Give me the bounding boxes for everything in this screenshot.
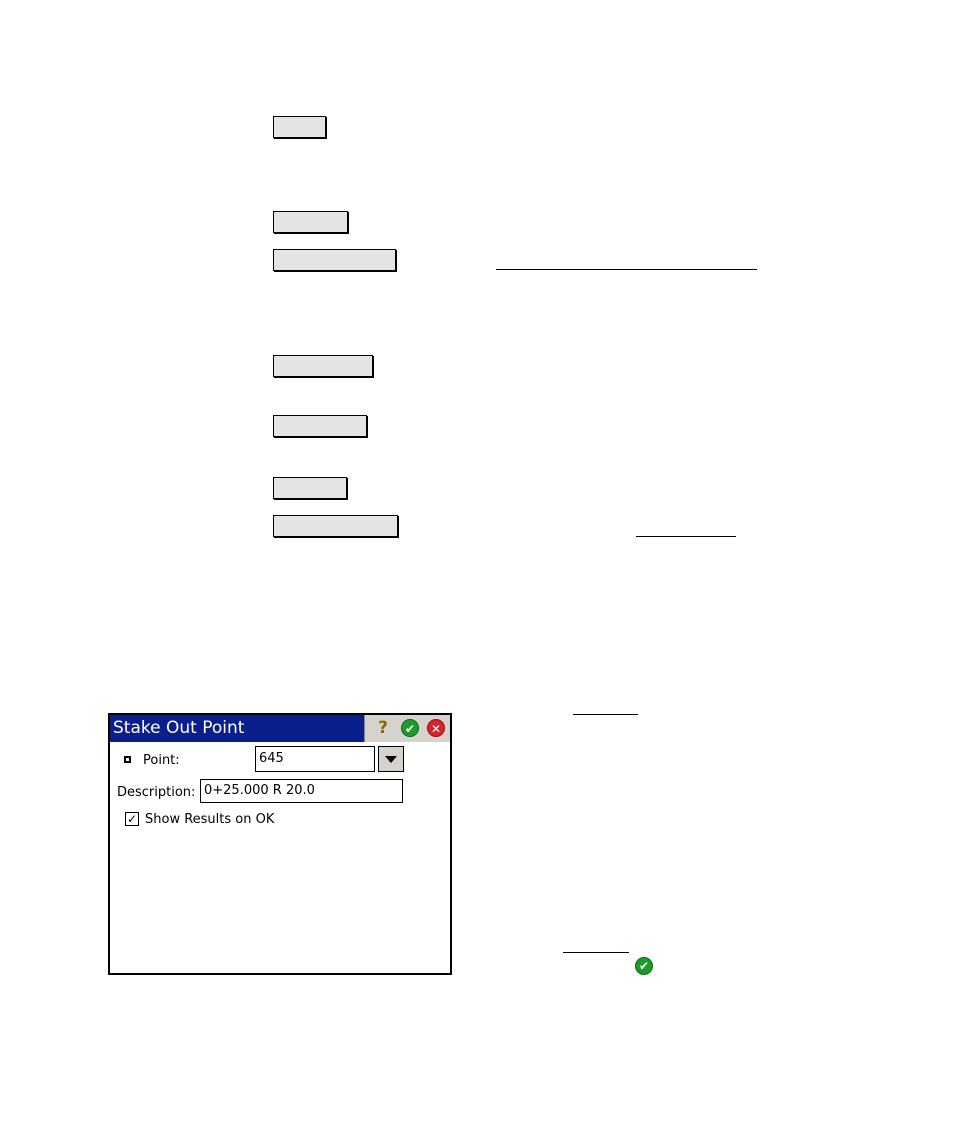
show-results-checkbox[interactable]: ✓ (125, 812, 139, 826)
ok-icon[interactable]: ✔ (401, 719, 419, 737)
close-icon[interactable]: ✕ (427, 719, 445, 737)
ok-icon: ✔ (635, 957, 653, 975)
toolbar-button-3[interactable] (273, 249, 396, 271)
underline-link-4 (563, 952, 629, 953)
toolbar-button-2[interactable] (273, 211, 348, 233)
toolbar-button-6[interactable] (273, 477, 347, 499)
description-input[interactable]: 0+25.000 R 20.0 (200, 779, 403, 803)
point-bullet (124, 756, 131, 763)
help-icon[interactable]: ? (374, 719, 392, 737)
dialog-title: Stake Out Point (113, 718, 245, 738)
show-results-label: Show Results on OK (145, 812, 275, 827)
description-label: Description: (117, 785, 196, 800)
underline-link-1 (496, 269, 757, 270)
toolbar-button-1[interactable] (273, 116, 326, 138)
chevron-down-icon (385, 756, 397, 763)
titlebar-icon-group: ? ✔ ✕ (364, 715, 450, 742)
underline-link-2 (636, 536, 736, 537)
point-label: Point: (143, 753, 180, 768)
toolbar-button-5[interactable] (273, 415, 367, 437)
toolbar-button-7[interactable] (273, 515, 398, 537)
point-dropdown-button[interactable] (378, 746, 404, 772)
dialog-titlebar: Stake Out Point ? ✔ ✕ (110, 715, 450, 742)
toolbar-button-4[interactable] (273, 355, 373, 377)
underline-link-3 (573, 714, 638, 715)
stake-out-point-dialog: Stake Out Point ? ✔ ✕ Point: 645 Descrip… (108, 713, 452, 975)
point-input[interactable]: 645 (255, 746, 375, 772)
